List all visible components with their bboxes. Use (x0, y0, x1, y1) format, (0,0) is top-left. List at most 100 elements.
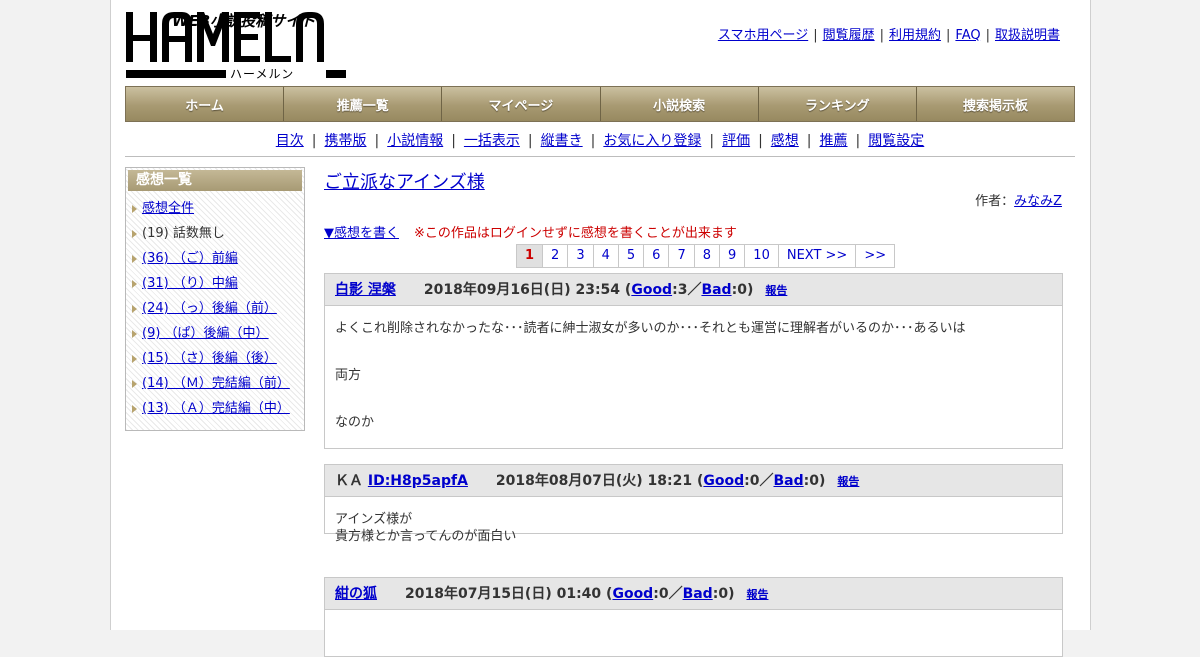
review-line: アインズ様が (335, 512, 413, 527)
bullet-arrow-icon (132, 255, 137, 263)
nav-mypage[interactable]: マイページ (442, 87, 601, 121)
review-line: 両方 (335, 368, 362, 383)
page-link[interactable]: 5 (618, 245, 645, 267)
bad-count: 0 (718, 586, 729, 602)
review-card: ＫＡ ID:H8p5apfA 2018年08月07日(火) 18:21 (Good… (324, 464, 1063, 544)
divider (125, 156, 1075, 157)
sidebar-item-part3[interactable]: (24) （っ）後編（前） (128, 296, 302, 321)
review-line: 貴方様とか言ってんのが面白い (335, 529, 517, 544)
page-link[interactable]: 9 (720, 245, 746, 267)
header-links: スマホ用ページ | 閲覧履歴 | 利用規約 | FAQ | 取扱説明書 (717, 28, 1060, 43)
author-line: 作者：みなみZ (975, 194, 1062, 209)
subnav-novel-info[interactable]: 小説情報 (387, 133, 443, 149)
work-title[interactable]: ご立派なアインズ様 (324, 168, 485, 194)
report-link[interactable]: 報告 (837, 475, 859, 488)
nav-recommendations[interactable]: 推薦一覧 (284, 87, 443, 121)
smartphone-page-link[interactable]: スマホ用ページ (718, 28, 808, 43)
review-body: アインズ様が 貴方様とか言ってんのが面白い (325, 497, 1062, 553)
sidebar-item-part6[interactable]: (14) （Ｍ）完結編（前） (128, 371, 302, 396)
manual-link[interactable]: 取扱説明書 (995, 28, 1060, 43)
review-line: よくこれ削除されなかったな･･･読者に紳士淑女が多いのか･･･それとも運営に理解… (335, 321, 966, 336)
good-count: 0 (658, 586, 669, 602)
login-notice: ※この作品はログインせずに感想を書くことが出来ます (414, 226, 737, 241)
bullet-arrow-icon (132, 280, 137, 288)
sidebar-item-part5[interactable]: (15) （さ）後編（後） (128, 346, 302, 371)
nav-search-board[interactable]: 捜索掲示板 (916, 87, 1075, 121)
page-current: 1 (517, 245, 544, 267)
nav-novel-search[interactable]: 小説検索 (600, 87, 759, 121)
review-line: なのか (335, 415, 375, 430)
history-link[interactable]: 閲覧履歴 (823, 28, 875, 43)
sidebar-item-part4[interactable]: (9) （ぱ）後編（中） (128, 321, 302, 346)
bullet-arrow-icon (132, 230, 137, 238)
good-count: 0 (749, 473, 760, 489)
sidebar-item-all[interactable]: 感想全件 (128, 196, 302, 221)
page-link[interactable]: 10 (745, 245, 779, 267)
bad-link[interactable]: Bad (773, 473, 803, 489)
write-review-link[interactable]: ▼感想を書く (324, 226, 399, 241)
site-tagline: WEB小説投稿サイト (172, 12, 316, 30)
site-logo[interactable]: WEB小説投稿サイト ハーメルン (126, 10, 346, 81)
good-link[interactable]: Good (631, 282, 672, 298)
sub-nav: 目次 | 携帯版 | 小説情報 | 一括表示 | 縦書き | お気に入り登録 | 評価 | 感想 | 推薦 | 閲覧… (275, 133, 925, 149)
bullet-arrow-icon (132, 405, 137, 413)
good-count: 3 (677, 282, 688, 298)
good-link[interactable]: Good (703, 473, 744, 489)
report-link[interactable]: 報告 (765, 284, 787, 297)
review-date: 2018年08月07日(火) 18:21 (495, 473, 693, 489)
next-page-link[interactable]: NEXT >> (778, 245, 857, 267)
bullet-arrow-icon (132, 380, 137, 388)
subnav-rating[interactable]: 評価 (722, 133, 750, 149)
page-link[interactable]: 4 (593, 245, 619, 267)
reviewer-prefix: ＫＡ (335, 473, 363, 489)
subnav-recommend[interactable]: 推薦 (820, 133, 848, 149)
page-link[interactable]: 8 (694, 245, 721, 267)
review-sidebar: 感想一覧 感想全件 (19) 話数無し (36) （ご）前編 (31) （り）中… (125, 167, 305, 431)
page-link[interactable]: 2 (543, 245, 569, 267)
page-link[interactable]: 3 (568, 245, 594, 267)
reviewer-link[interactable]: ID:H8p5apfA (368, 473, 468, 489)
main-nav: ホーム 推薦一覧 マイページ 小説検索 ランキング 捜索掲示板 (125, 86, 1075, 122)
review-card: 白影 涅槃 2018年09月16日(日) 23:54 (Good:3／Bad:0)… (324, 273, 1063, 449)
subnav-all-display[interactable]: 一括表示 (464, 133, 520, 149)
sidebar-item-part1[interactable]: (36) （ご）前編 (128, 246, 302, 271)
last-page-link[interactable]: >> (856, 245, 895, 267)
page-container: WEB小説投稿サイト ハーメルン スマホ用ページ | 閲覧履歴 | 利用規約 | FAQ | 取… (110, 0, 1091, 657)
review-header: ＫＡ ID:H8p5apfA 2018年08月07日(火) 18:21 (Good… (325, 465, 1062, 497)
review-body: よくこれ削除されなかったな･･･読者に紳士淑女が多いのか･･･それとも運営に理解… (325, 306, 1062, 469)
bullet-arrow-icon (132, 330, 137, 338)
review-date: 2018年09月16日(日) 23:54 (423, 282, 621, 298)
bad-link[interactable]: Bad (701, 282, 731, 298)
bad-count: 0 (809, 473, 819, 489)
subnav-reviews[interactable]: 感想 (771, 133, 799, 149)
faq-link[interactable]: FAQ (955, 28, 980, 43)
site-brand-kana: ハーメルン (230, 67, 295, 81)
reviewer-link[interactable]: 紺の狐 (335, 586, 377, 602)
bullet-arrow-icon (132, 305, 137, 313)
page-link[interactable]: 6 (644, 245, 670, 267)
page-link[interactable]: 7 (669, 245, 695, 267)
bullet-arrow-icon (132, 205, 137, 213)
terms-link[interactable]: 利用規約 (889, 28, 941, 43)
nav-ranking[interactable]: ランキング (758, 87, 917, 121)
subnav-mobile[interactable]: 携帯版 (324, 133, 366, 149)
subnav-view-settings[interactable]: 閲覧設定 (868, 133, 924, 149)
subnav-favorite[interactable]: お気に入り登録 (603, 133, 701, 149)
pagination: 1 2 3 4 5 6 7 8 9 10 NEXT >> >> (516, 244, 896, 268)
subnav-vertical[interactable]: 縦書き (541, 133, 583, 149)
sidebar-item-no-episode: (19) 話数無し (128, 221, 302, 246)
nav-home[interactable]: ホーム (126, 87, 285, 121)
sidebar-list: 感想全件 (19) 話数無し (36) （ご）前編 (31) （り）中編 (24… (128, 196, 302, 421)
review-card: 紺の狐 2018年07月15日(日) 01:40 (Good:0／Bad:0) 報告 (324, 577, 1063, 657)
reviewer-link[interactable]: 白影 涅槃 (335, 282, 396, 298)
subnav-toc[interactable]: 目次 (276, 133, 304, 149)
bad-link[interactable]: Bad (683, 586, 713, 602)
sidebar-item-part2[interactable]: (31) （り）中編 (128, 271, 302, 296)
sidebar-item-part7[interactable]: (13) （Ａ）完結編（中） (128, 396, 302, 421)
report-link[interactable]: 報告 (746, 588, 768, 601)
bad-count: 0 (737, 282, 747, 298)
review-header: 紺の狐 2018年07月15日(日) 01:40 (Good:0／Bad:0) 報告 (325, 578, 1062, 610)
author-link[interactable]: みなみZ (1014, 194, 1062, 209)
good-link[interactable]: Good (612, 586, 653, 602)
review-header: 白影 涅槃 2018年09月16日(日) 23:54 (Good:3／Bad:0)… (325, 274, 1062, 306)
